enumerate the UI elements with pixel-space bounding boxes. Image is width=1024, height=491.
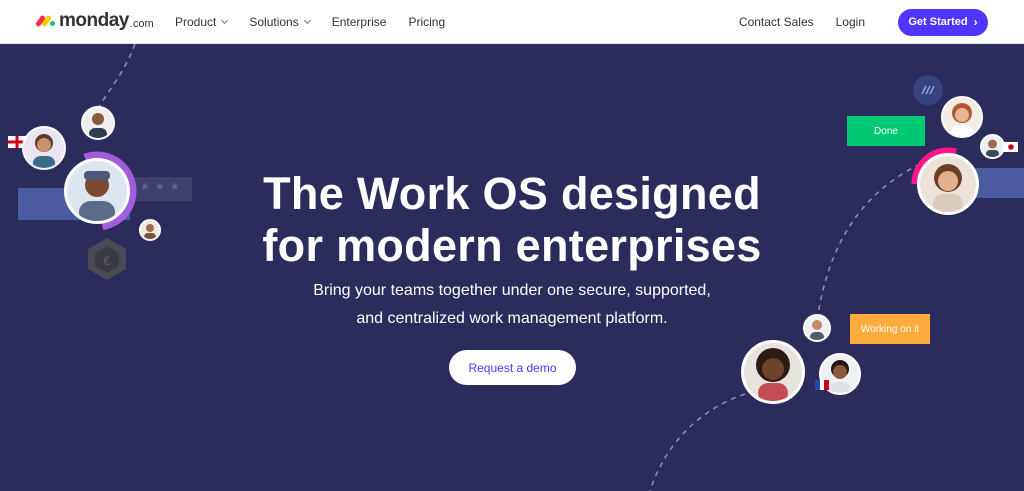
main-menu: Product Solutions Enterprise Pricing: [175, 0, 467, 44]
avatar: [81, 106, 115, 140]
menu-item-label: Solutions: [249, 15, 299, 29]
app-logo-icon: [913, 75, 943, 105]
hero-section: ★ ★ ★ € Done Working on it The Work OS d…: [0, 44, 1024, 491]
chevron-down-icon: [221, 16, 229, 25]
nav-actions: Contact Sales Login Get Started ›: [739, 0, 988, 44]
top-navigation: monday .com Product Solutions Enterprise…: [0, 0, 1024, 44]
hero-subtitle: Bring your teams together under one secu…: [0, 277, 1024, 333]
logo-suffix: .com: [129, 18, 154, 30]
avatar: [741, 340, 805, 404]
headline-line: for modern enterprises: [262, 220, 762, 271]
menu-item-product[interactable]: Product: [175, 15, 229, 29]
headline-line: The Work OS designed: [263, 168, 761, 219]
chevron-right-icon: ›: [973, 15, 978, 29]
monday-logo-mark-icon: [35, 14, 56, 28]
get-started-label: Get Started: [908, 16, 968, 28]
avatar: [980, 134, 1005, 159]
get-started-button[interactable]: Get Started ›: [898, 8, 988, 36]
logo-wordmark: monday: [59, 10, 129, 31]
japan-flag-icon: [1004, 142, 1018, 152]
hero-headline: The Work OS designed for modern enterpri…: [0, 168, 1024, 272]
contact-sales-link[interactable]: Contact Sales: [739, 15, 814, 29]
monday-logo[interactable]: monday .com: [35, 9, 154, 33]
avatar: [22, 126, 66, 170]
menu-item-label: Enterprise: [331, 15, 387, 29]
chevron-down-icon: [303, 16, 311, 25]
menu-item-pricing[interactable]: Pricing: [408, 15, 445, 29]
status-badge-done: Done: [847, 116, 925, 146]
login-link[interactable]: Login: [836, 15, 865, 29]
france-flag-icon: [815, 380, 829, 390]
menu-item-solutions[interactable]: Solutions: [249, 15, 311, 29]
subtitle-line: Bring your teams together under one secu…: [313, 282, 711, 299]
menu-item-label: Product: [175, 15, 217, 29]
request-demo-button[interactable]: Request a demo: [449, 350, 576, 385]
subtitle-line: and centralized work management platform…: [356, 310, 668, 327]
menu-item-label: Pricing: [408, 15, 446, 29]
avatar: [941, 96, 983, 138]
menu-item-enterprise[interactable]: Enterprise: [332, 15, 387, 29]
